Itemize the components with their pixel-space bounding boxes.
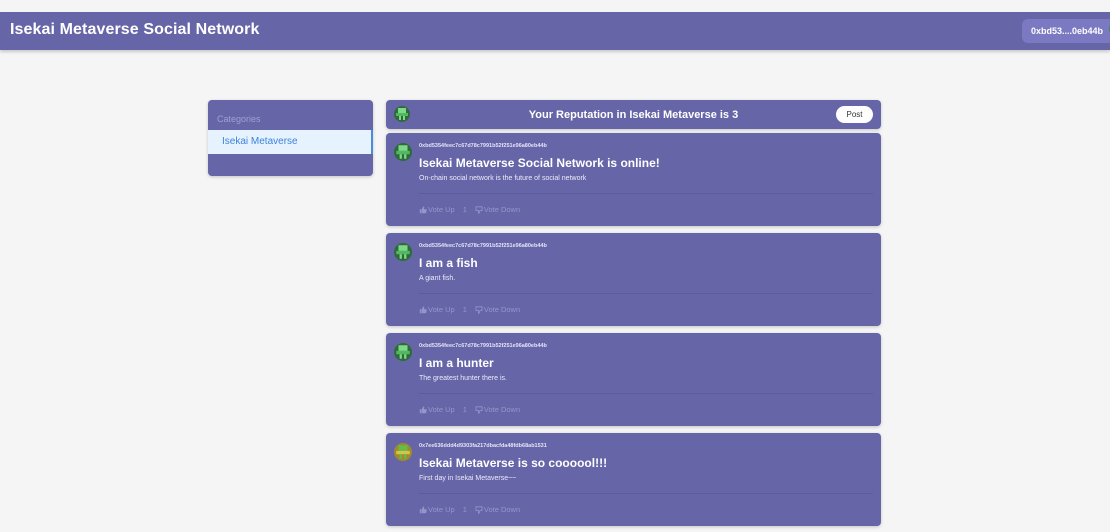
vote-down-label: Vote Down <box>483 205 521 214</box>
post-body: A giant fish. <box>419 275 456 282</box>
app-title: Isekai Metaverse Social Network <box>10 21 260 38</box>
category-item-label: Isekai Metaverse <box>222 136 298 147</box>
vote-down-button[interactable]: Vote Down <box>475 205 520 214</box>
vote-up-label: Vote Up <box>428 205 455 214</box>
vote-down-label: Vote Down <box>483 405 521 414</box>
category-item-isekai-metaverse[interactable]: Isekai Metaverse <box>208 130 373 154</box>
vote-up-label: Vote Up <box>428 305 455 314</box>
categories-panel: Categories Isekai Metaverse <box>208 100 373 176</box>
thumbs-down-icon <box>475 205 483 214</box>
post-divider <box>419 193 873 194</box>
categories-header: Categories <box>217 114 261 124</box>
post-author-address: 0xbd5354feec7c67d78c7991b52f251e96a80eb4… <box>419 143 547 149</box>
vote-down-button[interactable]: Vote Down <box>475 505 520 514</box>
post-author-address: 0xbd5354feec7c67d78c7991b52f251e96a80eb4… <box>419 243 547 249</box>
vote-up-button[interactable]: Vote Up <box>419 305 455 314</box>
author-avatar-icon <box>394 143 412 166</box>
vote-count: 1 <box>462 305 467 314</box>
post-body: First day in Isekai Metaverse~~ <box>419 475 517 482</box>
reputation-bar: Your Reputation in Isekai Metaverse is 3… <box>386 100 881 129</box>
vote-count: 1 <box>462 205 467 214</box>
post-divider <box>419 493 873 494</box>
vote-up-button[interactable]: Vote Up <box>419 405 455 414</box>
reputation-text: Your Reputation in Isekai Metaverse is 3 <box>528 109 739 121</box>
vote-down-label: Vote Down <box>483 305 521 314</box>
author-avatar-icon <box>394 343 412 366</box>
post-title: Isekai Metaverse is so coooool!!! <box>419 456 608 470</box>
thumbs-down-icon <box>475 305 483 314</box>
vote-count: 1 <box>462 405 467 414</box>
post-author-address: 0xbd5354feec7c67d78c7991b52f251e96a80eb4… <box>419 343 547 349</box>
author-avatar-icon <box>394 243 412 266</box>
post-title: I am a hunter <box>419 356 494 370</box>
vote-down-label: Vote Down <box>483 505 521 514</box>
post-card: 0xbd5354feec7c67d78c7991b52f251e96a80eb4… <box>386 333 881 426</box>
vote-up-button[interactable]: Vote Up <box>419 505 455 514</box>
thumbs-down-icon <box>475 505 483 514</box>
post-body: The greatest hunter there is. <box>419 375 507 382</box>
post-body: On-chain social network is the future of… <box>419 175 587 182</box>
thumbs-up-icon <box>419 405 427 413</box>
post-divider <box>419 393 873 394</box>
vote-count: 1 <box>462 505 467 514</box>
post-author-address: 0x7ee636ddd4d9303fa217dbacfda48fdb68ab15… <box>419 443 547 449</box>
vote-down-button[interactable]: Vote Down <box>475 305 520 314</box>
vote-up-label: Vote Up <box>428 405 455 414</box>
vote-up-button[interactable]: Vote Up <box>419 205 455 214</box>
post-title: I am a fish <box>419 256 478 270</box>
post-card: 0xbd5354feec7c67d78c7991b52f251e96a80eb4… <box>386 133 881 226</box>
post-actions: Vote Up 1 Vote Down <box>419 205 520 214</box>
wallet-button[interactable]: 0xbd53....0eb44b <box>1022 19 1110 43</box>
thumbs-up-icon <box>419 205 427 213</box>
post-button[interactable]: Post <box>836 106 873 123</box>
vote-down-button[interactable]: Vote Down <box>475 405 520 414</box>
author-avatar-icon <box>394 443 412 466</box>
thumbs-up-icon <box>419 505 427 513</box>
post-card: 0xbd5354feec7c67d78c7991b52f251e96a80eb4… <box>386 233 881 326</box>
thumbs-down-icon <box>475 405 483 414</box>
post-actions: Vote Up 1 Vote Down <box>419 305 520 314</box>
thumbs-up-icon <box>419 305 427 313</box>
top-app-bar: Isekai Metaverse Social Network 0xbd53..… <box>0 12 1110 50</box>
post-card: 0x7ee636ddd4d9303fa217dbacfda48fdb68ab15… <box>386 433 881 526</box>
post-actions: Vote Up 1 Vote Down <box>419 405 520 414</box>
post-divider <box>419 293 873 294</box>
post-actions: Vote Up 1 Vote Down <box>419 505 520 514</box>
wallet-address: 0xbd53....0eb44b <box>1031 26 1104 36</box>
post-title: Isekai Metaverse Social Network is onlin… <box>419 156 660 170</box>
vote-up-label: Vote Up <box>428 505 455 514</box>
